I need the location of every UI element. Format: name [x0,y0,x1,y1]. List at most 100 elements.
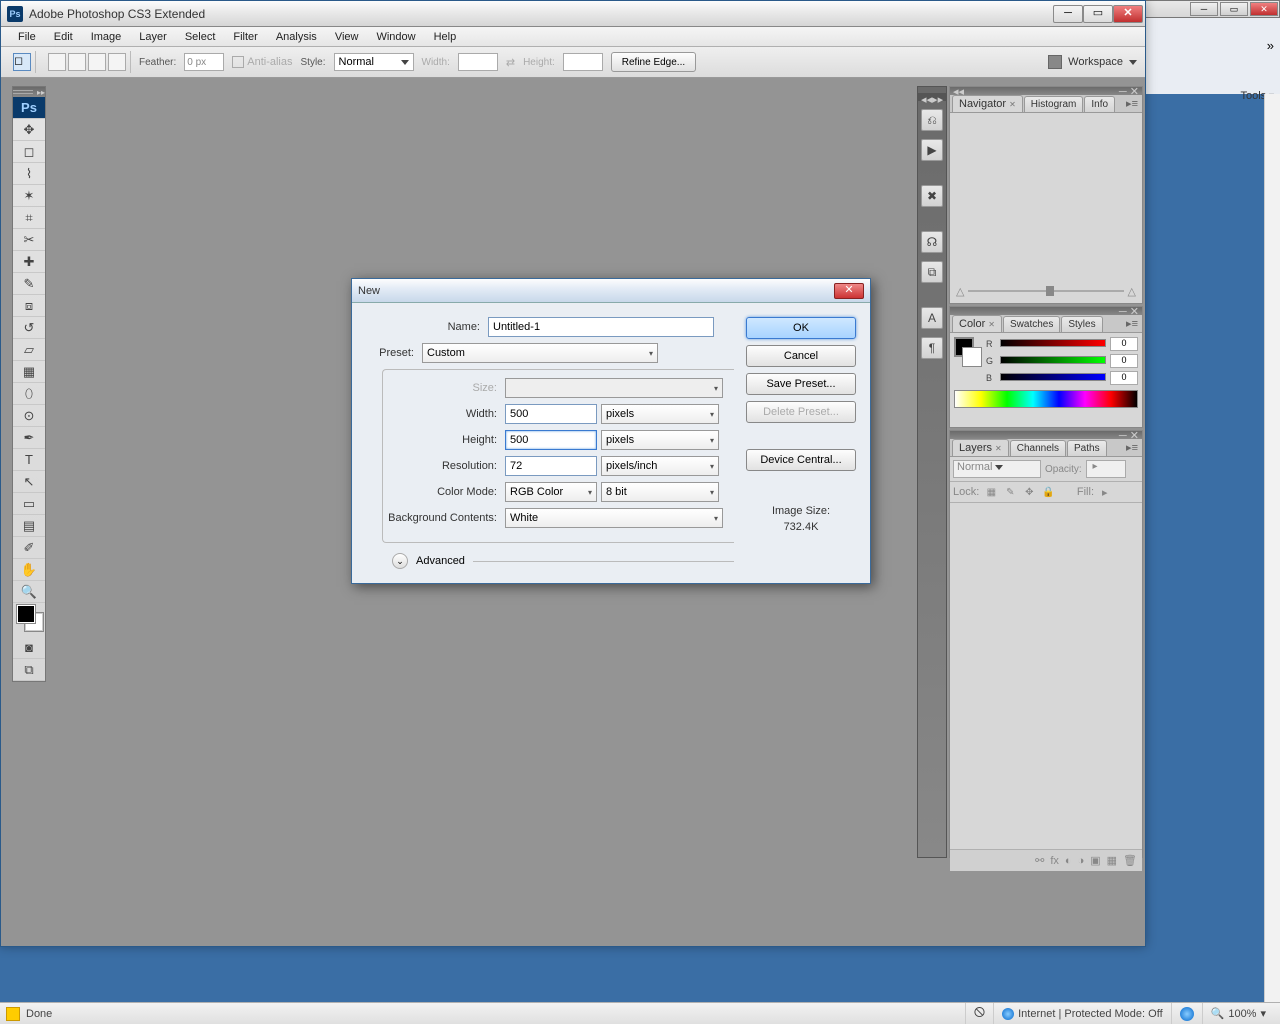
width-unit-dropdown[interactable]: pixels▾ [601,404,719,424]
shape-tool[interactable]: ▭ [13,493,45,515]
dock-actions-icon[interactable]: ▶ [921,139,943,161]
selection-add-icon[interactable] [68,53,86,71]
zoom-in-icon[interactable]: △ [1128,285,1136,298]
wand-tool[interactable]: ✶ [13,185,45,207]
gradient-tool[interactable]: ▦ [13,361,45,383]
history-brush-tool[interactable]: ↺ [13,317,45,339]
adjust-icon[interactable]: ◑ [1078,855,1085,867]
res-input[interactable] [505,456,597,476]
menu-file[interactable]: File [9,29,45,45]
menu-help[interactable]: Help [425,29,466,45]
tab-paths[interactable]: Paths [1067,440,1107,456]
minimize-button[interactable]: ─ [1053,5,1083,23]
dialog-close-button[interactable]: ✕ [834,283,864,299]
foreground-color-swatch[interactable] [17,605,35,623]
menu-analysis[interactable]: Analysis [267,29,326,45]
eyedropper-tool[interactable]: ✐ [13,537,45,559]
zoom-control[interactable]: 🔍 100% ▾ [1202,1003,1274,1024]
selection-subtract-icon[interactable] [88,53,106,71]
advanced-toggle[interactable]: ⌄ [392,553,408,569]
menu-select[interactable]: Select [176,29,225,45]
preset-dropdown[interactable]: Custom▾ [422,343,658,363]
dlg-height-input[interactable] [505,430,597,450]
chevron-right-icon[interactable]: » [1267,38,1274,53]
folder-icon[interactable]: ▣ [1090,854,1100,867]
depth-dropdown[interactable]: 8 bit▾ [601,482,719,502]
refine-edge-button[interactable]: Refine Edge... [611,52,696,72]
blur-tool[interactable]: ⬯ [13,383,45,405]
tools-grip[interactable]: ▸▸ [13,87,45,97]
security-zone[interactable]: Internet | Protected Mode: Off [993,1003,1171,1024]
outer-scrollbar[interactable] [1264,94,1280,1002]
menu-filter[interactable]: Filter [224,29,266,45]
stamp-tool[interactable]: ⧈ [13,295,45,317]
dock-toolpresets-icon[interactable]: ✖ [921,185,943,207]
menu-view[interactable]: View [326,29,368,45]
color-bg-swatch[interactable] [962,347,982,367]
selection-new-icon[interactable] [48,53,66,71]
dodge-tool[interactable]: ⊙ [13,405,45,427]
save-preset-button[interactable]: Save Preset... [746,373,856,395]
tab-styles[interactable]: Styles [1061,316,1102,332]
panel-menu-icon[interactable]: ▸≡ [1122,315,1142,332]
tab-layers[interactable]: Layers✕ [952,439,1009,456]
type-tool[interactable]: T [13,449,45,471]
hand-tool[interactable]: ✋ [13,559,45,581]
mask-icon[interactable]: ◐ [1065,855,1072,867]
tab-channels[interactable]: Channels [1010,440,1066,456]
color-swatches[interactable] [13,603,45,637]
zoom-tool[interactable]: 🔍 [13,581,45,603]
tab-navigator[interactable]: Navigator✕ [952,95,1023,112]
style-dropdown[interactable]: Normal [334,53,414,71]
color-r-value[interactable]: 0 [1110,337,1138,351]
lasso-tool[interactable]: ⌇ [13,163,45,185]
menu-image[interactable]: Image [82,29,131,45]
menu-edit[interactable]: Edit [45,29,82,45]
cancel-button[interactable]: Cancel [746,345,856,367]
outer-maximize-button[interactable]: ▭ [1220,2,1248,16]
workspace-button[interactable]: Workspace [1048,55,1137,69]
screenmode-tool[interactable]: ⧉ [13,659,45,681]
outer-minimize-button[interactable]: ─ [1190,2,1218,16]
dock-char-icon[interactable]: A [921,307,943,329]
eraser-tool[interactable]: ▱ [13,339,45,361]
ie-icon[interactable] [1171,1003,1202,1024]
link-icon[interactable]: ⚯ [1035,854,1044,867]
tab-color[interactable]: Color✕ [952,315,1002,332]
tab-swatches[interactable]: Swatches [1003,316,1060,332]
ok-button[interactable]: OK [746,317,856,339]
slice-tool[interactable]: ✂ [13,229,45,251]
res-unit-dropdown[interactable]: pixels/inch▾ [601,456,719,476]
color-g-value[interactable]: 0 [1110,354,1138,368]
dlg-width-input[interactable] [505,404,597,424]
new-layer-icon[interactable]: ▦ [1107,854,1117,867]
dock-history-icon[interactable]: ⎌ [921,109,943,131]
close-button[interactable]: ✕ [1113,5,1143,23]
color-spectrum[interactable] [954,390,1138,408]
heal-tool[interactable]: ✚ [13,251,45,273]
brush-tool[interactable]: ✎ [13,273,45,295]
notes-tool[interactable]: ▤ [13,515,45,537]
crop-tool[interactable]: ⌗ [13,207,45,229]
marquee-tool[interactable]: ◻ [13,141,45,163]
popup-blocker-icon[interactable]: 🛇 [965,1003,993,1024]
dock-brushes-icon[interactable]: ☊ [921,231,943,253]
tab-histogram[interactable]: Histogram [1024,96,1084,112]
device-central-button[interactable]: Device Central... [746,449,856,471]
menu-window[interactable]: Window [367,29,424,45]
feather-input[interactable] [184,53,224,71]
color-b-value[interactable]: 0 [1110,371,1138,385]
mode-dropdown[interactable]: RGB Color▾ [505,482,597,502]
dock-clone-icon[interactable]: ⧉ [921,261,943,283]
panel-menu-icon[interactable]: ▸≡ [1122,95,1142,112]
dialog-titlebar[interactable]: New ✕ [352,279,870,303]
navigator-zoom-slider[interactable]: △ △ [956,283,1136,299]
outer-close-button[interactable]: ✕ [1250,2,1278,16]
menu-layer[interactable]: Layer [130,29,176,45]
warning-icon[interactable] [6,1007,20,1021]
marquee-tool-icon[interactable]: ◻ [13,53,31,71]
quickmask-tool[interactable]: ◙ [13,637,45,659]
fx-icon[interactable]: fx [1050,855,1059,867]
pen-tool[interactable]: ✒ [13,427,45,449]
dock-para-icon[interactable]: ¶ [921,337,943,359]
